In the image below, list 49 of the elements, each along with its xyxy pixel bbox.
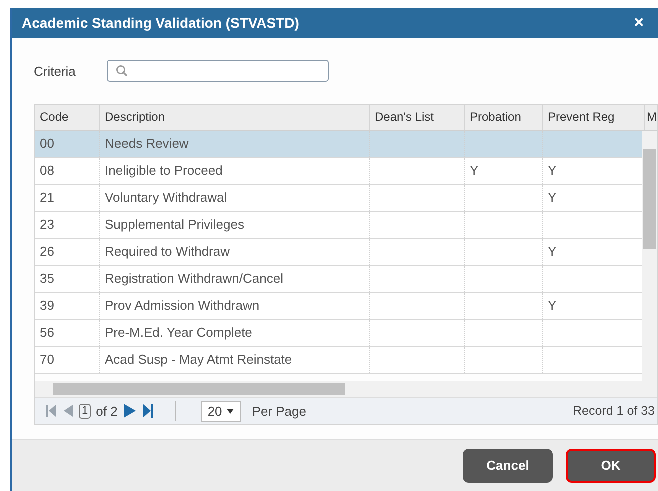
table-cell: Y bbox=[548, 298, 557, 314]
next-page-icon[interactable] bbox=[122, 403, 137, 420]
last-page-icon[interactable] bbox=[142, 403, 154, 420]
table-cell: Pre-M.Ed. Year Complete bbox=[105, 325, 252, 340]
table-cell: 08 bbox=[40, 163, 54, 178]
page-number-field[interactable]: 1 bbox=[79, 404, 92, 419]
first-page-icon[interactable] bbox=[45, 404, 57, 418]
page-count: of 2 bbox=[96, 404, 118, 419]
per-page-dropdown[interactable]: 20 bbox=[200, 400, 242, 422]
table-cell: Y bbox=[470, 163, 479, 178]
table-cell: 70 bbox=[40, 352, 54, 368]
table-cell: Y bbox=[548, 244, 557, 260]
table-cell: 00 bbox=[40, 136, 54, 152]
table-cell: 56 bbox=[40, 325, 54, 340]
column-header[interactable]: Probation bbox=[464, 105, 542, 130]
column-header[interactable]: Dean's List bbox=[369, 105, 464, 130]
search-field[interactable] bbox=[107, 60, 329, 82]
table-cell: Acad Susp - May Atmt Reinstate bbox=[105, 352, 292, 368]
cancel-button[interactable]: Cancel bbox=[463, 448, 553, 483]
vertical-scrollbar[interactable] bbox=[642, 131, 657, 382]
dropdown-caret-icon bbox=[227, 408, 234, 414]
table-cell: Voluntary Withdrawal bbox=[105, 190, 228, 206]
column-header[interactable]: Code bbox=[35, 105, 99, 130]
close-button[interactable]: × bbox=[634, 13, 650, 34]
table-cell: 23 bbox=[40, 217, 54, 232]
previous-page-icon[interactable] bbox=[62, 404, 74, 418]
column-header[interactable]: M bbox=[644, 105, 657, 130]
table-cell: Required to Withdraw bbox=[105, 244, 230, 260]
table-cell: 26 bbox=[40, 244, 54, 260]
per-page-label: Per Page bbox=[252, 404, 306, 419]
table-cell: 39 bbox=[40, 298, 54, 314]
window-title: Academic Standing Validation (STVASTD) bbox=[22, 15, 300, 32]
table-cell: Needs Review bbox=[105, 136, 189, 152]
search-icon bbox=[116, 65, 128, 78]
table-cell: Prov Admission Withdrawn bbox=[105, 298, 260, 314]
horizontal-scrollbar[interactable] bbox=[35, 381, 657, 398]
table-cell: Supplemental Privileges bbox=[105, 217, 244, 232]
record-count: Record 1 of 33 bbox=[573, 404, 656, 418]
table-cell: Ineligible to Proceed bbox=[105, 163, 223, 178]
table-cell: 35 bbox=[40, 271, 54, 286]
table-cell: Y bbox=[548, 163, 557, 178]
table-cell: 21 bbox=[40, 190, 54, 206]
ok-button[interactable]: OK bbox=[566, 448, 656, 483]
selected-row[interactable]: 00 Needs Review bbox=[35, 131, 642, 158]
criteria-label: Criteria bbox=[34, 64, 77, 79]
table-cell: Y bbox=[548, 190, 557, 206]
column-header[interactable]: Prevent Reg bbox=[542, 105, 644, 130]
column-header[interactable]: Description bbox=[99, 105, 369, 130]
table-cell: Registration Withdrawn/Cancel bbox=[105, 271, 284, 286]
